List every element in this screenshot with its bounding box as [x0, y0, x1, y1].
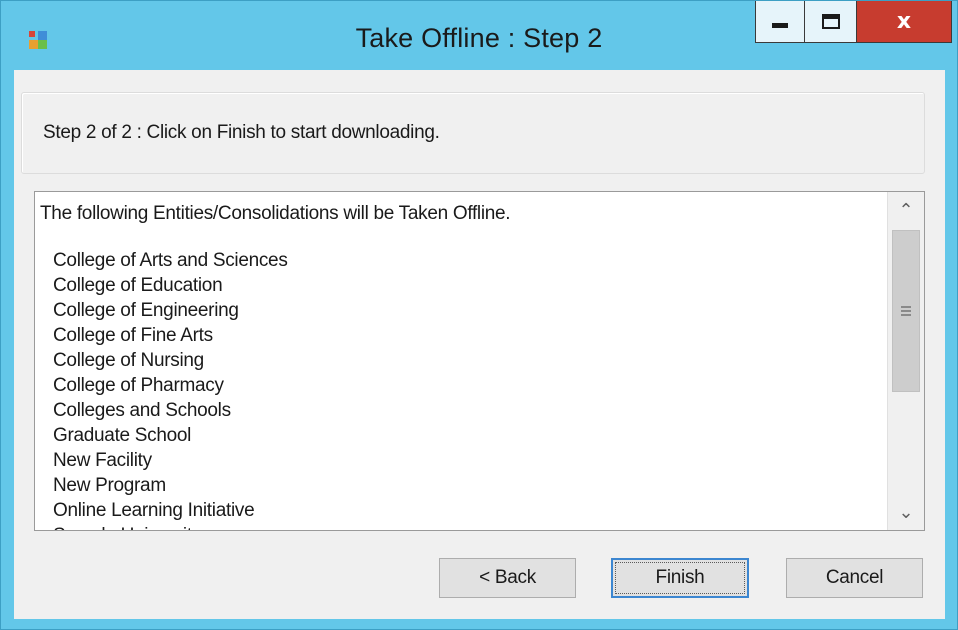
- step-info-panel: Step 2 of 2 : Click on Finish to start d…: [21, 92, 925, 174]
- step-instruction: Step 2 of 2 : Click on Finish to start d…: [43, 122, 440, 143]
- dialog-window: Take Offline : Step 2 x Step 2 of 2 : Cl…: [0, 0, 958, 630]
- list-item: College of Fine Arts: [53, 325, 213, 346]
- list-item: College of Engineering: [53, 300, 239, 321]
- scroll-up-button[interactable]: ⌃: [888, 192, 924, 228]
- scroll-down-button[interactable]: ⌄: [888, 494, 924, 530]
- list-item: College of Education: [53, 275, 223, 296]
- list-item: New Program: [53, 475, 166, 496]
- finish-button[interactable]: Finish: [611, 558, 749, 598]
- dialog-client-area: Step 2 of 2 : Click on Finish to start d…: [14, 70, 945, 619]
- minimize-icon: [772, 23, 788, 28]
- focus-rectangle: [615, 562, 745, 594]
- maximize-button[interactable]: [804, 1, 856, 43]
- list-item: Graduate School: [53, 425, 192, 446]
- list-header-text: The following Entities/Consolidations wi…: [40, 203, 511, 224]
- close-button[interactable]: x: [856, 1, 952, 43]
- minimize-button[interactable]: [755, 1, 804, 43]
- vertical-scrollbar[interactable]: ⌃ ⌄: [887, 192, 924, 530]
- maximize-icon: [821, 14, 840, 29]
- list-item: College of Nursing: [53, 350, 204, 371]
- list-item: College of Arts and Sciences: [53, 250, 288, 271]
- back-button[interactable]: < Back: [439, 558, 576, 598]
- grip-icon: [901, 304, 911, 318]
- list-content: The following Entities/Consolidations wi…: [40, 201, 890, 530]
- list-item: Colleges and Schools: [53, 400, 231, 421]
- list-item: Online Learning Initiative: [53, 500, 255, 521]
- entities-list-box[interactable]: The following Entities/Consolidations wi…: [34, 191, 925, 531]
- scroll-down-arrow-icon: ⌄: [898, 501, 914, 523]
- close-icon: x: [896, 8, 912, 34]
- scrollbar-thumb[interactable]: [892, 230, 920, 392]
- scroll-up-arrow-icon: ⌃: [898, 199, 914, 221]
- list-item: New Facility: [53, 450, 152, 471]
- list-item: College of Pharmacy: [53, 375, 224, 396]
- entity-list: College of Arts and Sciences College of …: [40, 248, 890, 530]
- title-bar[interactable]: Take Offline : Step 2 x: [1, 1, 957, 69]
- list-item: Sample University: [53, 523, 890, 530]
- cancel-button[interactable]: Cancel: [786, 558, 923, 598]
